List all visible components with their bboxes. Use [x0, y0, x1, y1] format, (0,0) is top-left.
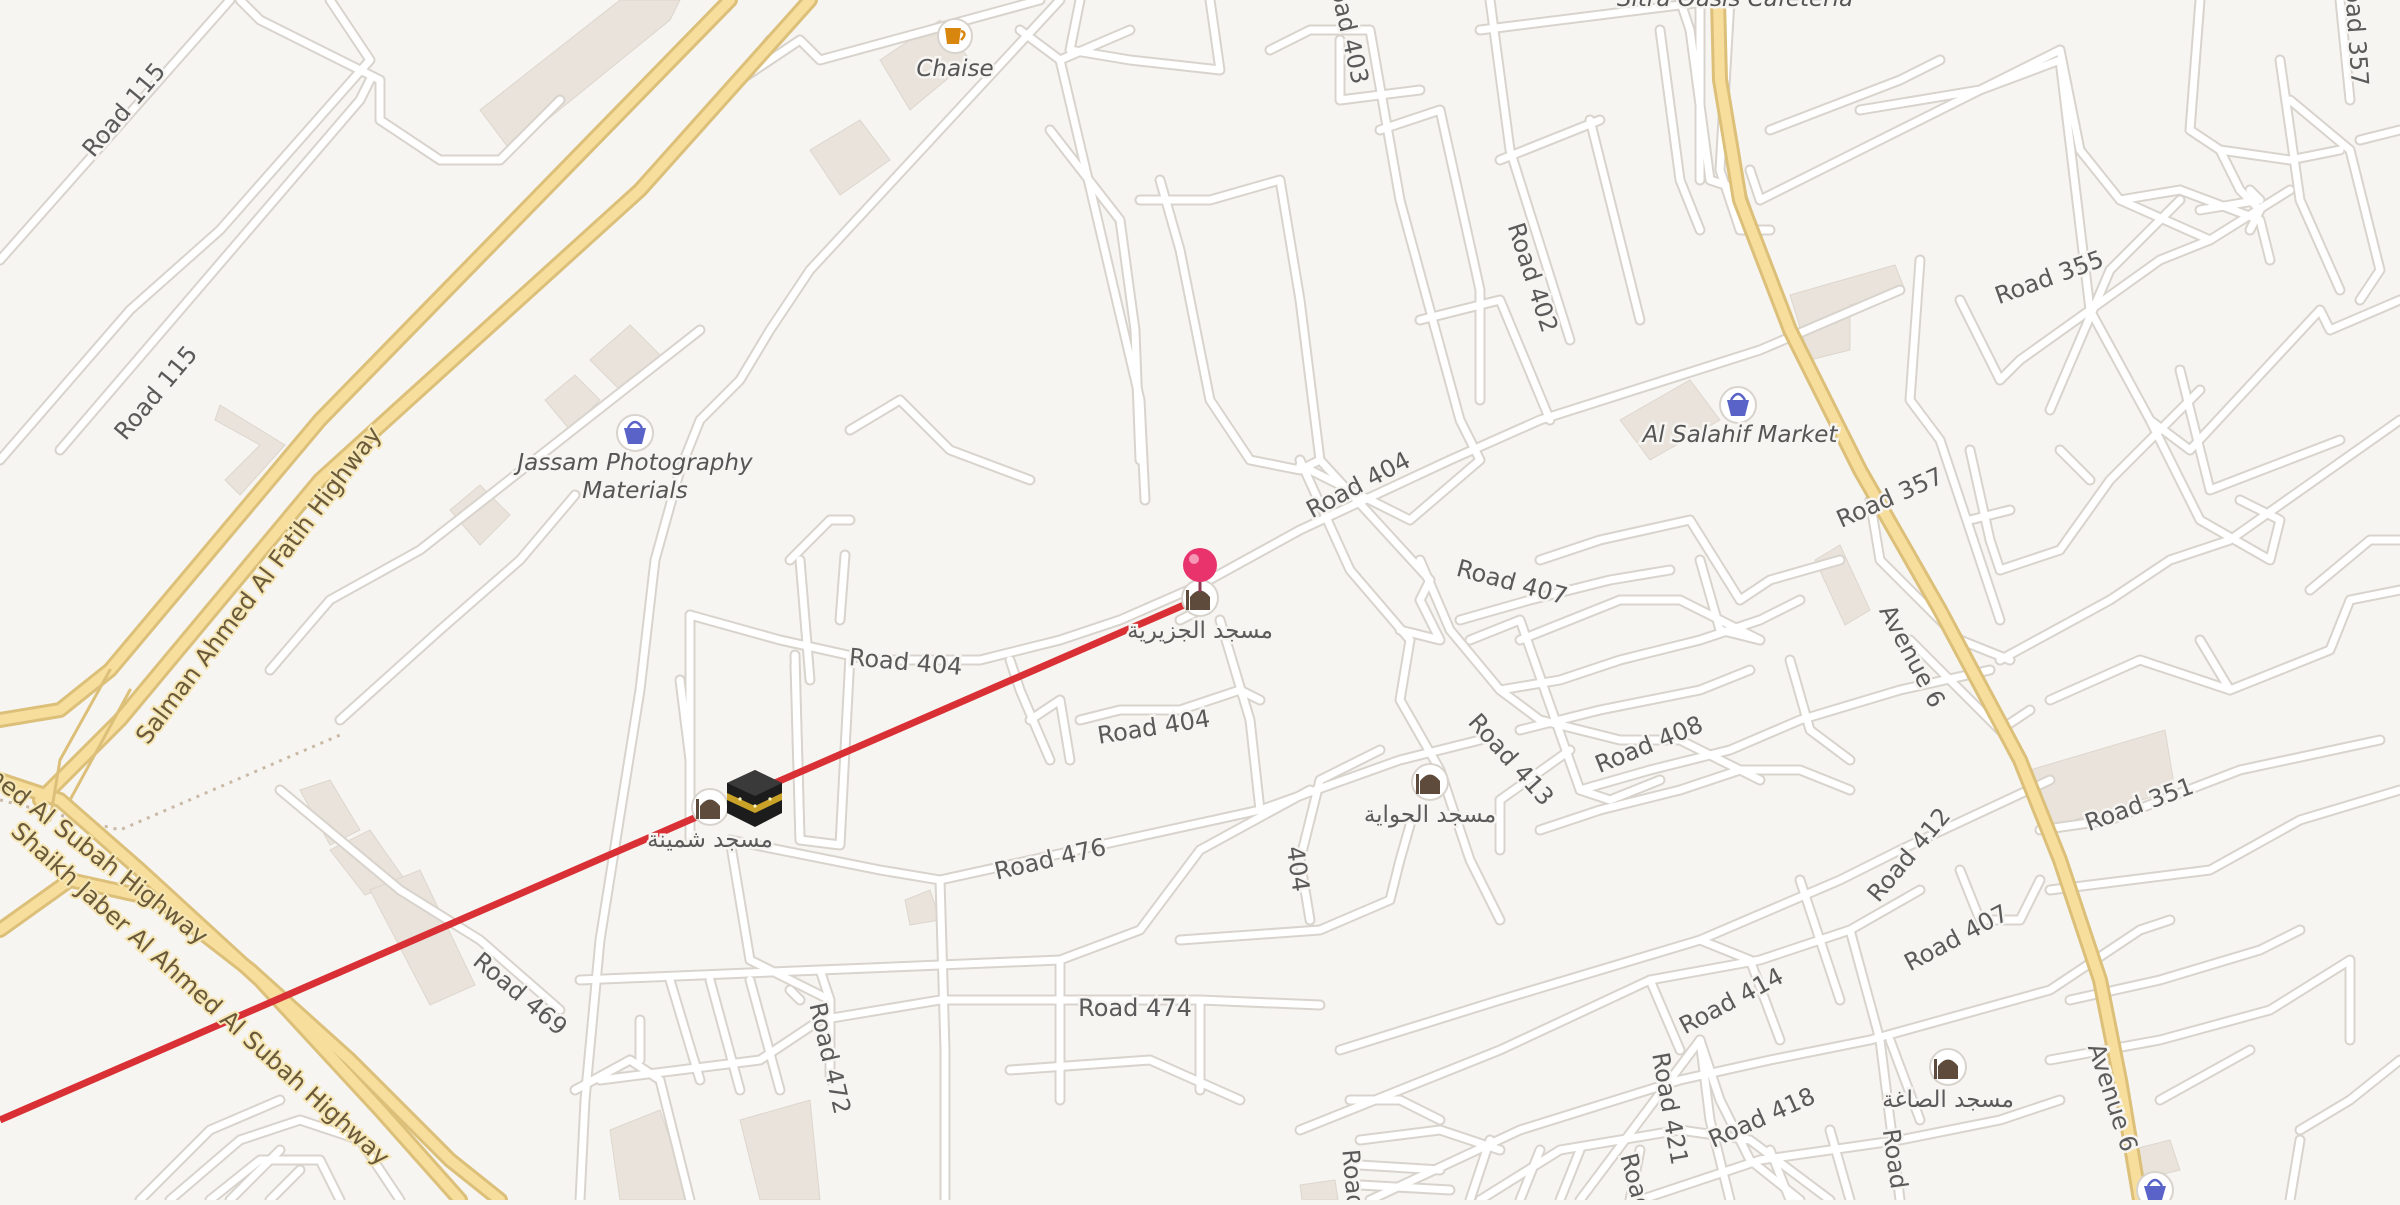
poi-label: Sitra Oasis Cafeteria: [1617, 0, 1853, 12]
poi-label: Jassam Photography: [513, 450, 753, 476]
map-view[interactable]: Road 115 Road 115 Road 403 Road 402 Road…: [0, 0, 2400, 1205]
poi-shop-bottom-right[interactable]: [2136, 1171, 2174, 1205]
road-label: Road 474: [1078, 994, 1192, 1022]
poi-label: Materials: [582, 478, 687, 504]
map-canvas[interactable]: Road 115 Road 115 Road 403 Road 402 Road…: [0, 0, 2400, 1205]
mosque-label: مسجد شمينة: [647, 827, 773, 853]
mosque-label: مسجد الصاغة: [1882, 1087, 2014, 1113]
poi-sitra-oasis-cafeteria[interactable]: Sitra Oasis Cafeteria: [1614, 0, 1855, 15]
poi-label: Al Salahif Market: [1641, 422, 1839, 448]
mosque-label: مسجد الجزيرية: [1127, 618, 1273, 644]
poi-label: Chaise: [916, 56, 993, 82]
road-label: Road: [1336, 1148, 1369, 1200]
mosque-label: مسجد الحواية: [1364, 802, 1496, 828]
